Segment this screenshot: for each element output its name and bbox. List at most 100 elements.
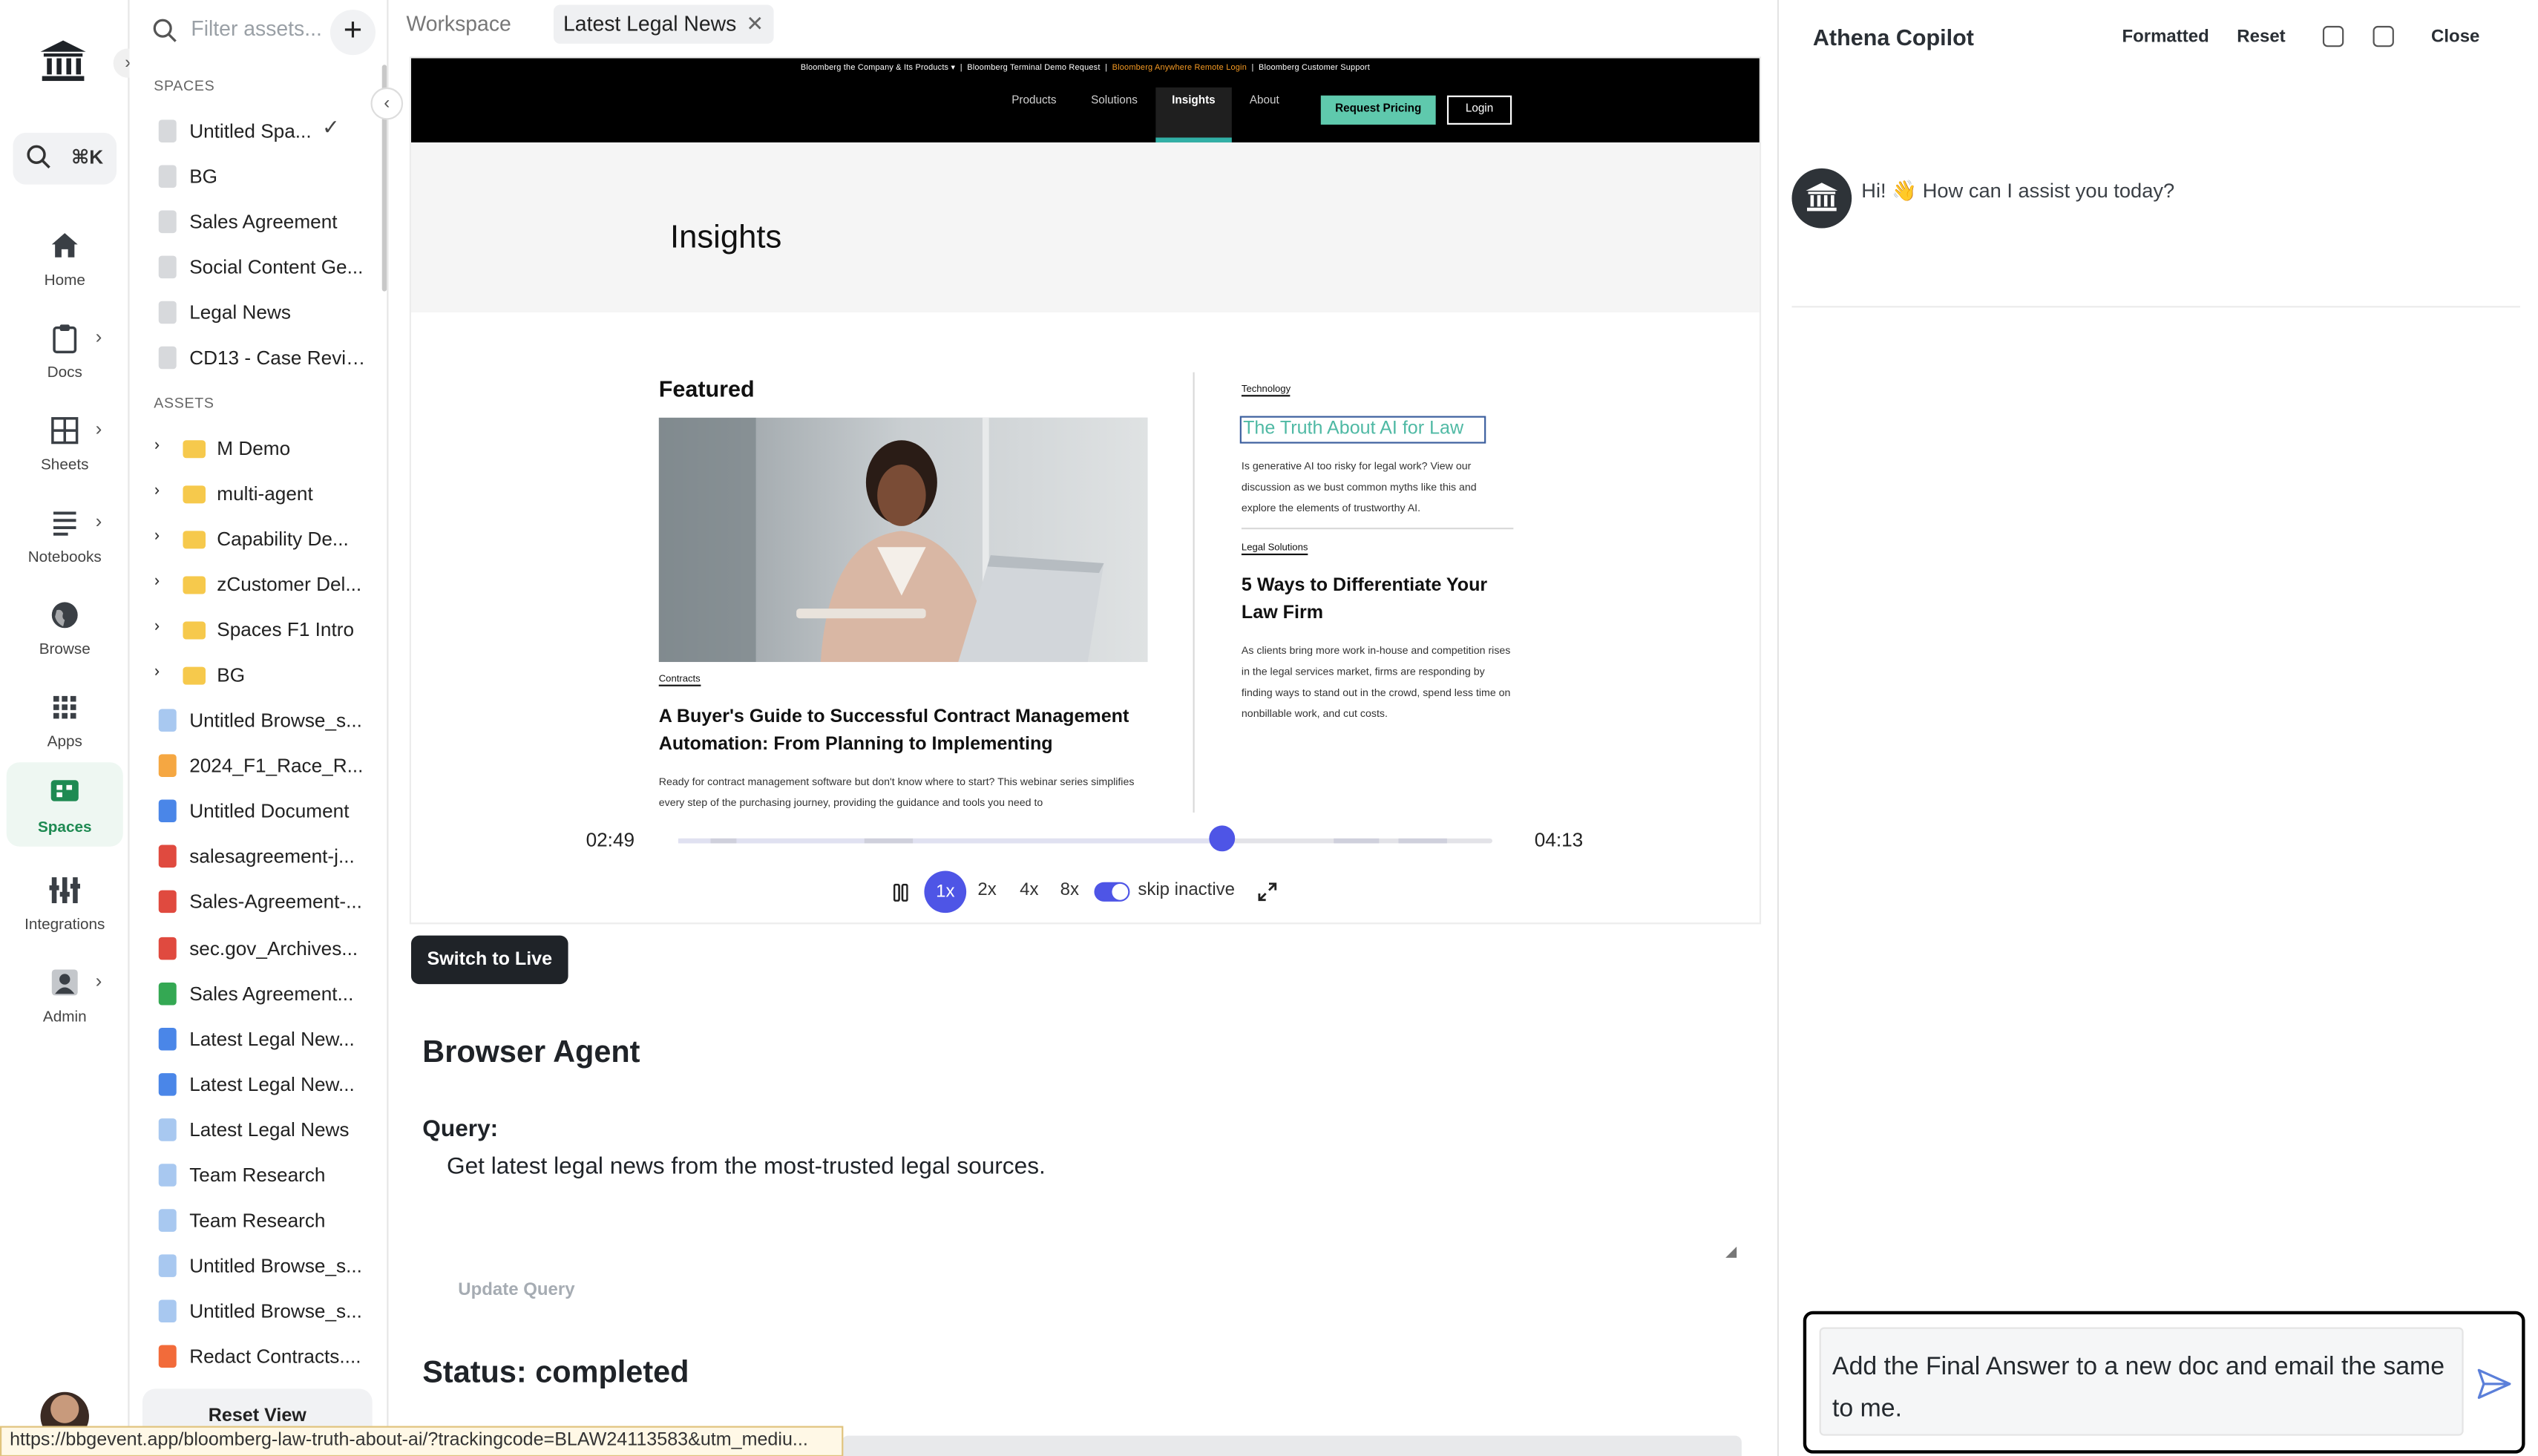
update-query-button[interactable]: Update Query xyxy=(458,1280,574,1299)
tab-workspace[interactable]: Workspace xyxy=(396,5,521,44)
chevron-right-icon[interactable]: › xyxy=(155,526,160,545)
featured-article-image[interactable] xyxy=(658,417,1148,663)
asset-file-item[interactable]: 2024_F1_Race_R... xyxy=(155,750,385,782)
filter-assets-input[interactable] xyxy=(191,16,327,41)
featured-article-title[interactable]: A Buyer's Guide to Successful Contract M… xyxy=(659,704,1152,759)
nav-apps[interactable]: Apps xyxy=(7,685,123,769)
sheets-expand-chevron-icon[interactable]: › xyxy=(96,418,102,441)
site-nav-solutions[interactable]: Solutions xyxy=(1091,96,1138,107)
asset-file-item[interactable]: Untitled Document xyxy=(155,795,385,827)
util-link[interactable]: Bloomberg the Company & Its Products ▾ xyxy=(801,63,955,73)
nav-browse[interactable]: Browse xyxy=(7,592,123,676)
global-search-button[interactable]: ⌘K xyxy=(13,132,117,185)
space-item[interactable]: Untitled Spa... ✓ xyxy=(155,115,385,148)
space-item-label: Sales Agreement xyxy=(189,210,338,234)
chevron-right-icon[interactable]: › xyxy=(155,481,160,500)
tab-latest-legal-news[interactable]: Latest Legal News ✕ xyxy=(553,4,774,44)
space-item[interactable]: Sales Agreement xyxy=(155,206,385,238)
asset-file-item[interactable]: salesagreement-j... xyxy=(155,841,385,873)
folder-item[interactable]: › multi-agent xyxy=(155,477,385,510)
spaces-icon xyxy=(50,780,79,801)
formatted-button[interactable]: Formatted xyxy=(2122,27,2209,47)
checkbox-option-icon[interactable] xyxy=(2322,25,2344,47)
query-textarea[interactable]: Get latest legal news from the most-trus… xyxy=(447,1154,1046,1180)
close-tab-icon[interactable]: ✕ xyxy=(746,11,764,36)
copilot-panel: Athena Copilot Formatted Reset Close Hi!… xyxy=(1779,0,2538,1456)
speed-1x-button[interactable]: 1x xyxy=(924,870,967,914)
asset-file-item[interactable]: sec.gov_Archives... xyxy=(155,931,385,964)
chevron-right-icon[interactable]: › xyxy=(155,436,160,455)
collapsed-section-bar[interactable] xyxy=(842,1435,1742,1456)
space-item-label: Legal News xyxy=(189,301,291,324)
nav-sheets[interactable]: › Sheets xyxy=(7,408,123,492)
folder-item[interactable]: › BG xyxy=(155,659,385,692)
asset-file-item[interactable]: Team Research xyxy=(155,1204,385,1237)
asset-file-item[interactable]: Sales-Agreement-... xyxy=(155,886,385,919)
site-nav-insights[interactable]: Insights xyxy=(1172,96,1216,107)
docs-expand-chevron-icon[interactable]: › xyxy=(96,325,102,348)
request-pricing-button[interactable]: Request Pricing xyxy=(1320,95,1436,125)
chevron-right-icon[interactable]: › xyxy=(155,662,160,681)
article-tag-legal-solutions[interactable]: Legal Solutions xyxy=(1241,544,1308,556)
fullscreen-icon[interactable] xyxy=(1258,882,1277,902)
login-button[interactable]: Login xyxy=(1446,95,1512,125)
replay-timeline[interactable] xyxy=(678,838,1492,844)
notebooks-expand-chevron-icon[interactable]: › xyxy=(96,510,102,533)
pause-icon[interactable] xyxy=(893,883,908,902)
file-icon xyxy=(158,1209,177,1233)
folder-item[interactable]: › zCustomer Del... xyxy=(155,568,385,601)
textarea-resize-handle-icon[interactable]: ◢ xyxy=(1725,1243,1737,1261)
util-link[interactable]: Bloomberg Anywhere Remote Login xyxy=(1112,63,1247,73)
folder-item[interactable]: › Capability De... xyxy=(155,523,385,556)
article-tag-technology[interactable]: Technology xyxy=(1241,385,1291,397)
copilot-title: Athena Copilot xyxy=(1812,24,1974,50)
space-item[interactable]: CD13 - Case Review xyxy=(155,341,385,374)
chevron-right-icon[interactable]: › xyxy=(155,617,160,636)
close-button[interactable]: Close xyxy=(2431,27,2479,47)
checkbox-option-icon[interactable] xyxy=(2373,25,2394,47)
asset-file-item[interactable]: Untitled Browse_s... xyxy=(155,1296,385,1328)
space-item[interactable]: BG xyxy=(155,160,385,193)
asset-file-item[interactable]: Latest Legal New... xyxy=(155,1068,385,1101)
nav-admin[interactable]: › Admin xyxy=(7,960,123,1043)
asset-file-item[interactable]: Latest Legal News xyxy=(155,1113,385,1146)
asset-file-item[interactable]: Untitled Browse_s... xyxy=(155,704,385,737)
folder-item[interactable]: › Spaces F1 Intro xyxy=(155,614,385,646)
speed-4x-button[interactable]: 4x xyxy=(1020,881,1038,900)
speed-8x-button[interactable]: 8x xyxy=(1060,881,1079,900)
asset-file-item[interactable]: Latest Legal New... xyxy=(155,1023,385,1055)
switch-to-live-button[interactable]: Switch to Live xyxy=(411,935,568,985)
chevron-right-icon[interactable]: › xyxy=(155,571,160,591)
collapse-panel-chevron-icon[interactable]: ‹ xyxy=(370,87,404,120)
asset-file-item[interactable]: Redact Contracts.... xyxy=(155,1341,385,1374)
asset-file-item[interactable]: Untitled Browse_s... xyxy=(155,1250,385,1282)
speed-2x-button[interactable]: 2x xyxy=(977,881,996,900)
asset-file-item[interactable]: Sales Agreement... xyxy=(155,977,385,1010)
site-nav-about[interactable]: About xyxy=(1250,96,1279,107)
send-icon[interactable] xyxy=(2476,1368,2512,1400)
nav-notebooks[interactable]: › Notebooks xyxy=(7,500,123,584)
reset-button[interactable]: Reset xyxy=(2237,27,2285,47)
nav-home[interactable]: Home xyxy=(7,223,123,307)
timeline-scrubber[interactable] xyxy=(1208,825,1235,852)
util-link[interactable]: Bloomberg Customer Support xyxy=(1259,63,1370,73)
site-nav-products[interactable]: Products xyxy=(1011,96,1056,107)
util-link[interactable]: Bloomberg Terminal Demo Request xyxy=(967,63,1100,73)
nav-integrations[interactable]: Integrations xyxy=(7,868,123,951)
chat-input[interactable]: Add the Final Answer to a new doc and em… xyxy=(1819,1327,2464,1436)
space-item[interactable]: Social Content Ge... xyxy=(155,251,385,283)
folder-item[interactable]: › M Demo xyxy=(155,432,385,465)
filter-assets[interactable] xyxy=(152,16,330,49)
nav-docs[interactable]: › Docs xyxy=(7,315,123,399)
bank-logo-icon[interactable] xyxy=(39,39,87,84)
nav-spaces[interactable]: Spaces xyxy=(6,762,123,847)
checkmark-icon: ✓ xyxy=(322,114,340,140)
truth-about-ai-link[interactable]: The Truth About AI for Law xyxy=(1239,416,1486,444)
skip-inactive-toggle[interactable] xyxy=(1094,882,1130,902)
side-article-2-title[interactable]: 5 Ways to Differentiate Your Law Firm xyxy=(1242,573,1517,628)
admin-expand-chevron-icon[interactable]: › xyxy=(96,969,102,992)
add-asset-button[interactable]: + xyxy=(329,10,376,56)
space-item[interactable]: Legal News xyxy=(155,296,385,329)
asset-file-item[interactable]: Team Research xyxy=(155,1159,385,1192)
article-tag-contracts[interactable]: Contracts xyxy=(658,675,701,686)
